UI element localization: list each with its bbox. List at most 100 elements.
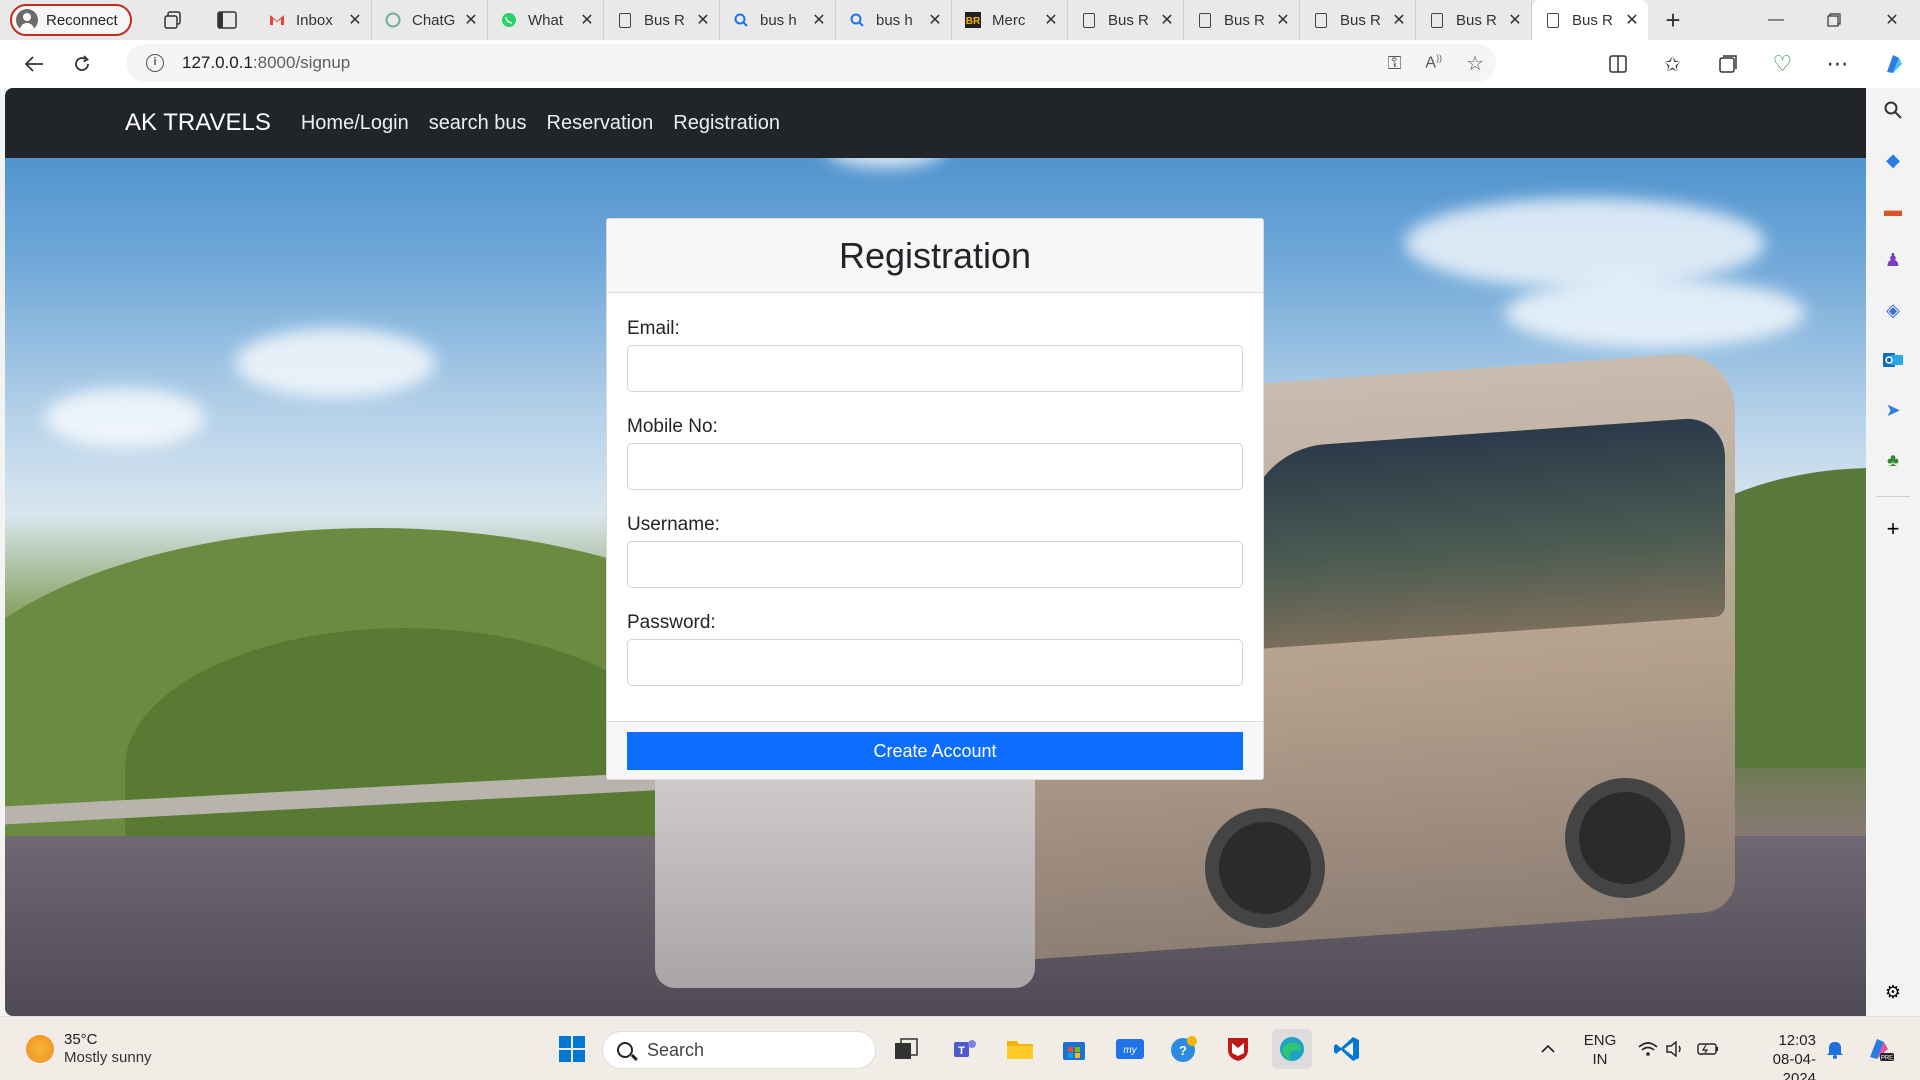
nav-link-home-login[interactable]: Home/Login <box>301 112 409 135</box>
restore-window-button[interactable] <box>1806 0 1862 40</box>
sunny-weather-icon <box>26 1034 54 1063</box>
microsoft-store-icon[interactable] <box>1054 1029 1094 1069</box>
sidebar-games-icon[interactable]: ♟ <box>1875 242 1911 278</box>
site-navbar: AK TRAVELS Home/Login search bus Reserva… <box>5 88 1866 158</box>
profile-avatar-icon <box>16 9 38 31</box>
create-account-button[interactable]: Create Account <box>627 732 1243 770</box>
mobile-field[interactable] <box>627 443 1243 490</box>
browser-tab[interactable]: Bus R ✕ <box>1532 0 1648 40</box>
back-button[interactable] <box>10 44 58 84</box>
tab-title: Bus R <box>644 11 685 29</box>
close-tab-icon[interactable]: ✕ <box>927 10 943 30</box>
volume-icon[interactable] <box>1665 1017 1685 1080</box>
sidebar-settings-icon[interactable]: ⚙ <box>1875 974 1911 1010</box>
split-screen-icon[interactable] <box>1590 44 1645 84</box>
sidebar-tools-icon[interactable]: ▬ <box>1875 192 1911 228</box>
close-tab-icon[interactable]: ✕ <box>1275 10 1291 30</box>
close-tab-icon[interactable]: ✕ <box>347 10 363 30</box>
registration-form: Email: Mobile No: Username: Password: <box>607 293 1263 686</box>
close-window-button[interactable]: ✕ <box>1864 0 1920 40</box>
sidebar-add-icon[interactable]: + <box>1875 511 1911 547</box>
email-field[interactable] <box>627 345 1243 392</box>
close-tab-icon[interactable]: ✕ <box>1043 10 1059 30</box>
close-tab-icon[interactable]: ✕ <box>579 10 595 30</box>
read-aloud-icon[interactable]: A)) <box>1425 53 1442 72</box>
browser-tab[interactable]: Bus R ✕ <box>1184 0 1300 40</box>
username-field[interactable] <box>627 541 1243 588</box>
sidebar-tree-icon[interactable]: ♣ <box>1875 442 1911 478</box>
svg-text:T: T <box>958 1045 965 1057</box>
email-label: Email: <box>627 318 680 339</box>
task-view-icon[interactable] <box>886 1029 926 1069</box>
close-tab-icon[interactable]: ✕ <box>1507 10 1523 30</box>
browser-tab[interactable]: ChatG ✕ <box>372 0 488 40</box>
myhp-icon[interactable]: my <box>1110 1029 1150 1069</box>
close-tab-icon[interactable]: ✕ <box>1624 10 1640 30</box>
svg-text:?: ? <box>1179 1043 1187 1058</box>
mcafee-icon[interactable] <box>1218 1029 1258 1069</box>
close-tab-icon[interactable]: ✕ <box>1159 10 1175 30</box>
windows-start-icon[interactable] <box>552 1029 592 1069</box>
page-viewport: AK TRAVELS Home/Login search bus Reserva… <box>5 88 1866 1016</box>
profile-button[interactable]: Reconnect <box>10 4 132 36</box>
browser-essentials-icon[interactable]: ♡ <box>1755 44 1810 84</box>
password-field[interactable] <box>627 639 1243 686</box>
hp-support-icon[interactable]: ? <box>1164 1029 1204 1069</box>
document-icon <box>616 11 634 29</box>
card-footer: Create Account <box>607 721 1263 779</box>
browser-tab[interactable]: Bus R ✕ <box>604 0 720 40</box>
sidebar-microsoft365-icon[interactable]: ◈ <box>1875 292 1911 328</box>
nav-link-reservation[interactable]: Reservation <box>547 112 654 135</box>
collections-icon[interactable] <box>1700 44 1755 84</box>
copilot-icon[interactable] <box>1865 44 1920 84</box>
browser-tab[interactable]: Bus R ✕ <box>1300 0 1416 40</box>
mobile-label: Mobile No: <box>627 416 718 437</box>
edge-browser-icon[interactable] <box>1272 1029 1312 1069</box>
browser-tab[interactable]: Inbox ✕ <box>256 0 372 40</box>
close-tab-icon[interactable]: ✕ <box>695 10 711 30</box>
teams-icon[interactable]: T <box>945 1029 985 1069</box>
input-language[interactable]: ENG IN <box>1583 1031 1617 1069</box>
browser-tab[interactable]: What ✕ <box>488 0 604 40</box>
address-bar[interactable]: i 127.0.0.1:8000/signup ⚿ A)) ☆ <box>126 44 1496 82</box>
nav-link-search-bus[interactable]: search bus <box>429 112 527 135</box>
refresh-button[interactable] <box>58 44 106 84</box>
close-tab-icon[interactable]: ✕ <box>811 10 827 30</box>
file-explorer-icon[interactable] <box>1000 1029 1040 1069</box>
brand-logo[interactable]: AK TRAVELS <box>125 109 271 137</box>
url-text[interactable]: 127.0.0.1:8000/signup <box>182 53 350 73</box>
favorites-icon[interactable]: ✩ <box>1645 44 1700 84</box>
nav-link-registration[interactable]: Registration <box>673 112 780 135</box>
notification-bell-icon[interactable] <box>1826 1017 1844 1080</box>
vscode-icon[interactable] <box>1327 1029 1367 1069</box>
copilot-preview-icon[interactable]: PRE <box>1864 1017 1894 1080</box>
browser-tab[interactable]: bus h ✕ <box>720 0 836 40</box>
windows-taskbar: 35°C Mostly sunny Search T my ? ENG IN 1… <box>0 1016 1920 1080</box>
sidebar-shopping-icon[interactable]: ◆ <box>1875 142 1911 178</box>
wifi-icon[interactable] <box>1638 1017 1658 1080</box>
browser-tab[interactable]: Bus R ✕ <box>1416 0 1532 40</box>
password-key-icon[interactable]: ⚿ <box>1388 53 1402 74</box>
tab-actions-icon[interactable] <box>200 0 254 40</box>
browser-tab[interactable]: BR Merc ✕ <box>952 0 1068 40</box>
sidebar-search-icon[interactable] <box>1875 92 1911 128</box>
more-options-icon[interactable]: ⋯ <box>1810 44 1865 84</box>
favorite-star-icon[interactable]: ☆ <box>1466 51 1484 76</box>
close-tab-icon[interactable]: ✕ <box>463 10 479 30</box>
sidebar-send-icon[interactable]: ➤ <box>1875 392 1911 428</box>
sidebar-outlook-icon[interactable] <box>1875 342 1911 378</box>
minimize-window-button[interactable]: — <box>1748 0 1804 40</box>
weather-temperature: 35°C <box>64 1031 98 1048</box>
system-clock[interactable]: 12:03 08-04-2024 <box>1740 1031 1816 1080</box>
svg-text:PRE: PRE <box>1881 1056 1893 1062</box>
battery-icon[interactable] <box>1697 1017 1719 1080</box>
browser-tab[interactable]: bus h ✕ <box>836 0 952 40</box>
browser-tab[interactable]: Bus R ✕ <box>1068 0 1184 40</box>
taskbar-search[interactable]: Search <box>602 1031 876 1069</box>
show-hidden-icons-icon[interactable] <box>1540 1017 1556 1080</box>
site-info-icon[interactable]: i <box>146 54 164 72</box>
workspaces-icon[interactable] <box>146 0 200 40</box>
close-tab-icon[interactable]: ✕ <box>1391 10 1407 30</box>
new-tab-button[interactable]: + <box>1648 0 1698 40</box>
weather-widget[interactable]: 35°C Mostly sunny <box>26 1031 152 1066</box>
